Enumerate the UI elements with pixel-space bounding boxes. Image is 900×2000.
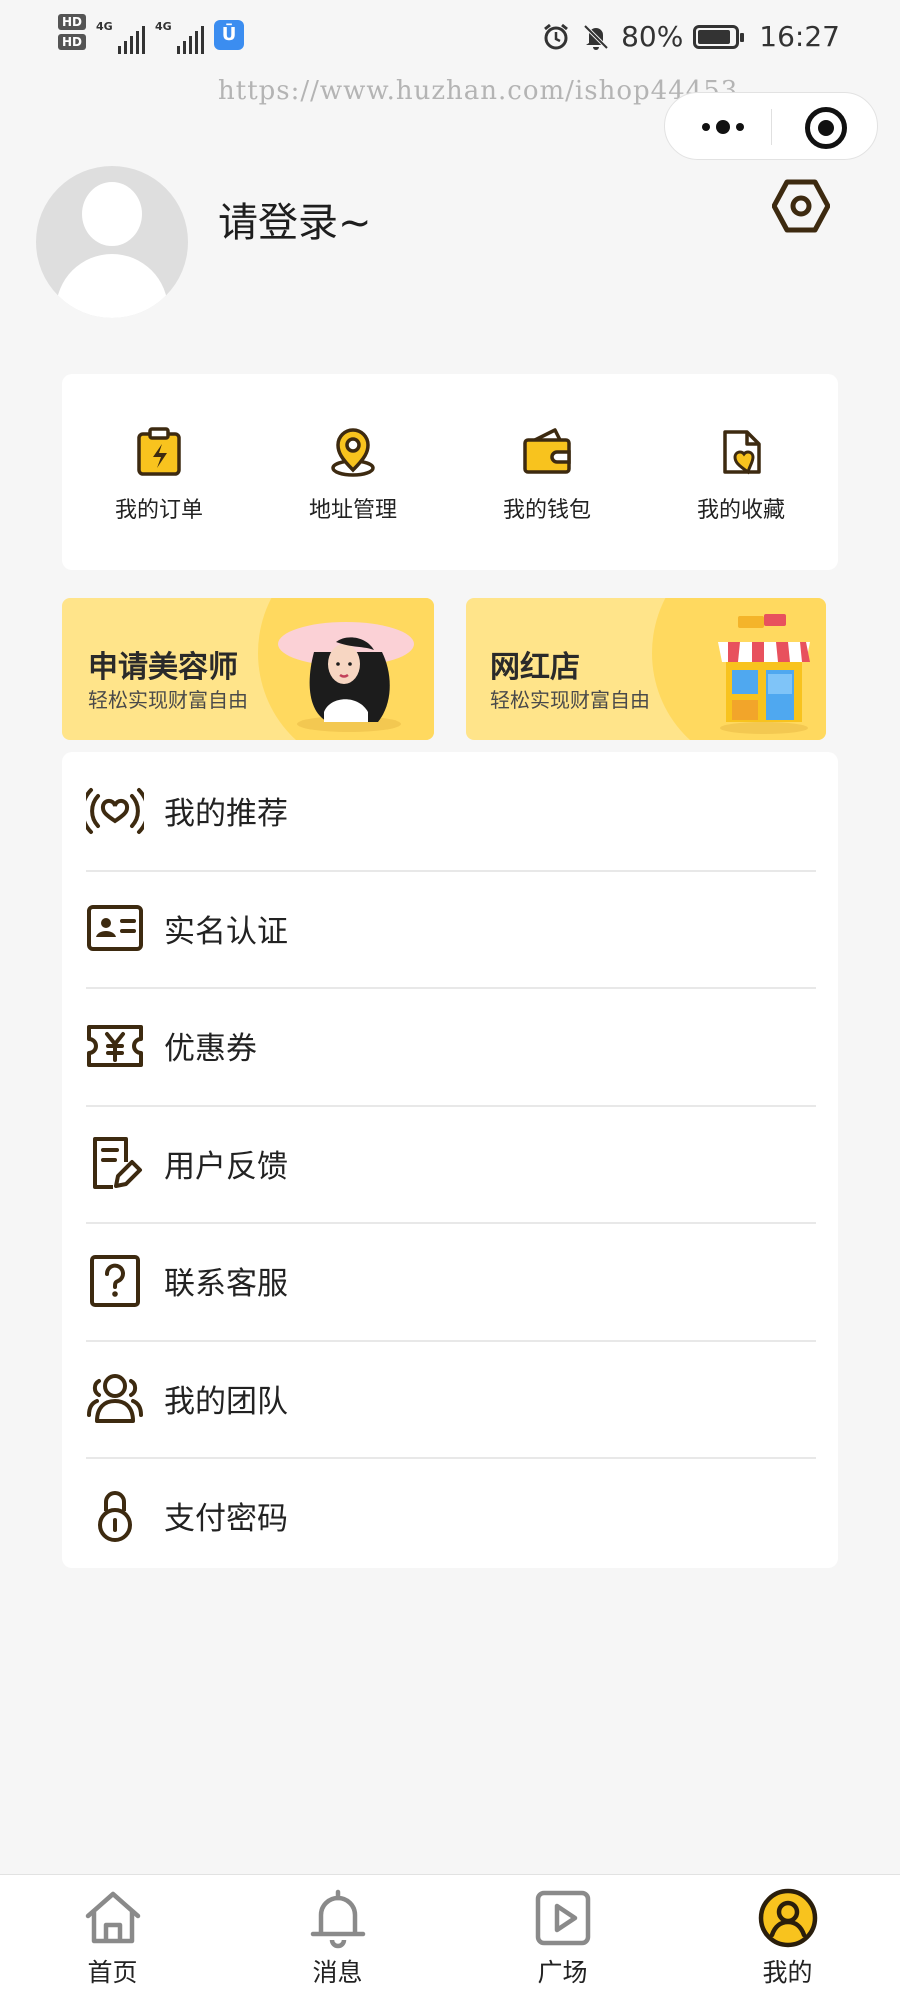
- network-type-2: 4G: [155, 20, 172, 33]
- quick-item-favorites[interactable]: 我的收藏: [644, 374, 838, 570]
- menu-item-label: 实名认证: [164, 913, 288, 950]
- menu-item-label: 用户反馈: [164, 1148, 288, 1185]
- broadcast-heart-icon: [86, 787, 144, 834]
- hd-badge-2: HD: [58, 34, 87, 50]
- menu-item-label: 我的推荐: [164, 796, 288, 833]
- menu-item-label: 联系客服: [164, 1266, 288, 1303]
- quick-item-label: 地址管理: [308, 498, 397, 523]
- status-left: HD HD 4G 4G Ū: [58, 14, 245, 54]
- menu-item-label: 我的团队: [164, 1383, 288, 1420]
- hd-badge-1: HD: [58, 14, 87, 30]
- tab-square[interactable]: 广场: [450, 1875, 675, 2000]
- tab-messages[interactable]: 消息: [225, 1875, 450, 2000]
- banner-title: 申请美容师: [88, 650, 238, 685]
- order-icon: [137, 427, 181, 476]
- avatar[interactable]: [36, 166, 188, 318]
- battery-percent: 80%: [621, 20, 684, 53]
- home-icon: [85, 1891, 140, 1944]
- miniprogram-capsule: [664, 92, 878, 160]
- storefront-illustration: [718, 614, 810, 734]
- menu-item-customer-service[interactable]: 联系客服: [62, 1222, 838, 1340]
- mute-bell-icon: [583, 24, 609, 50]
- quick-item-address[interactable]: 地址管理: [256, 374, 450, 570]
- tab-home[interactable]: 首页: [0, 1875, 225, 2000]
- bell-icon: [310, 1889, 365, 1949]
- tab-label: 首页: [87, 1958, 138, 1987]
- coupon-icon: [87, 1024, 143, 1067]
- notification-app-icon: Ū: [214, 20, 245, 50]
- menu-item-team[interactable]: 我的团队: [62, 1339, 838, 1458]
- team-icon: [87, 1374, 143, 1424]
- tab-mine[interactable]: 我的: [675, 1875, 900, 2000]
- battery-icon: [693, 24, 745, 49]
- wallet-icon: [523, 428, 571, 474]
- play-icon: [535, 1890, 590, 1946]
- signal-icon-2: 4G: [155, 14, 205, 54]
- clock: 16:27: [759, 20, 840, 53]
- signal-icon-1: 4G: [96, 14, 146, 54]
- network-type-1: 4G: [96, 20, 113, 33]
- help-icon: [90, 1254, 140, 1307]
- more-icon[interactable]: [693, 107, 753, 147]
- quick-item-label: 我的订单: [114, 498, 203, 523]
- close-miniprogram-icon[interactable]: [805, 107, 847, 149]
- menu-list: 我的推荐 实名认证 优惠券 用户反馈 联系客服 我的团队 支付密码: [62, 752, 838, 1568]
- user-icon: [758, 1888, 817, 1948]
- banner-apply-beautician[interactable]: 申请美容师 轻松实现财富自由: [62, 598, 434, 740]
- banner-subtitle: 轻松实现财富自由: [490, 688, 650, 712]
- menu-item-recommend[interactable]: 我的推荐: [62, 752, 838, 870]
- login-prompt[interactable]: 请登录~: [218, 190, 372, 248]
- settings-icon[interactable]: [772, 178, 830, 234]
- capsule-divider: [771, 109, 772, 145]
- favorite-icon: [723, 430, 761, 475]
- tab-label: 广场: [537, 1958, 588, 1987]
- woman-with-hat-illustration: [278, 622, 414, 732]
- status-bar: HD HD 4G 4G Ū 80% 16:27: [0, 0, 900, 80]
- bottom-tab-bar: 首页 消息 广场 我的: [0, 1874, 900, 2000]
- menu-item-verification[interactable]: 实名认证: [62, 869, 838, 988]
- banner-influencer-store[interactable]: 网红店 轻松实现财富自由: [466, 598, 826, 740]
- id-card-icon: [87, 905, 143, 952]
- menu-item-label: 优惠券: [164, 1031, 257, 1068]
- watermark-text: https://www.huzhan.com/ishop44453: [218, 76, 739, 106]
- tab-label: 消息: [312, 1958, 363, 1987]
- quick-menu-card: 我的订单 地址管理 我的钱包 我的收藏: [62, 374, 838, 570]
- quick-item-label: 我的收藏: [696, 498, 785, 523]
- menu-item-payment-password[interactable]: 支付密码: [62, 1457, 838, 1575]
- banner-title: 网红店: [490, 650, 580, 685]
- profile-page: HD HD 4G 4G Ū 80% 16:27 https://www.huzh…: [0, 0, 900, 2000]
- menu-item-label: 支付密码: [164, 1501, 288, 1538]
- tab-label: 我的: [762, 1958, 813, 1987]
- lock-icon: [98, 1490, 132, 1542]
- quick-item-orders[interactable]: 我的订单: [62, 374, 256, 570]
- quick-item-wallet[interactable]: 我的钱包: [450, 374, 644, 570]
- feedback-icon: [93, 1137, 142, 1190]
- location-icon: [331, 428, 375, 477]
- quick-item-label: 我的钱包: [502, 498, 591, 523]
- hd-indicators: HD HD: [58, 14, 87, 50]
- status-right: 80% 16:27: [541, 20, 840, 53]
- banner-subtitle: 轻松实现财富自由: [88, 688, 248, 712]
- menu-item-coupon[interactable]: 优惠券: [62, 987, 838, 1105]
- alarm-icon: [544, 23, 568, 49]
- menu-item-feedback[interactable]: 用户反馈: [62, 1104, 838, 1223]
